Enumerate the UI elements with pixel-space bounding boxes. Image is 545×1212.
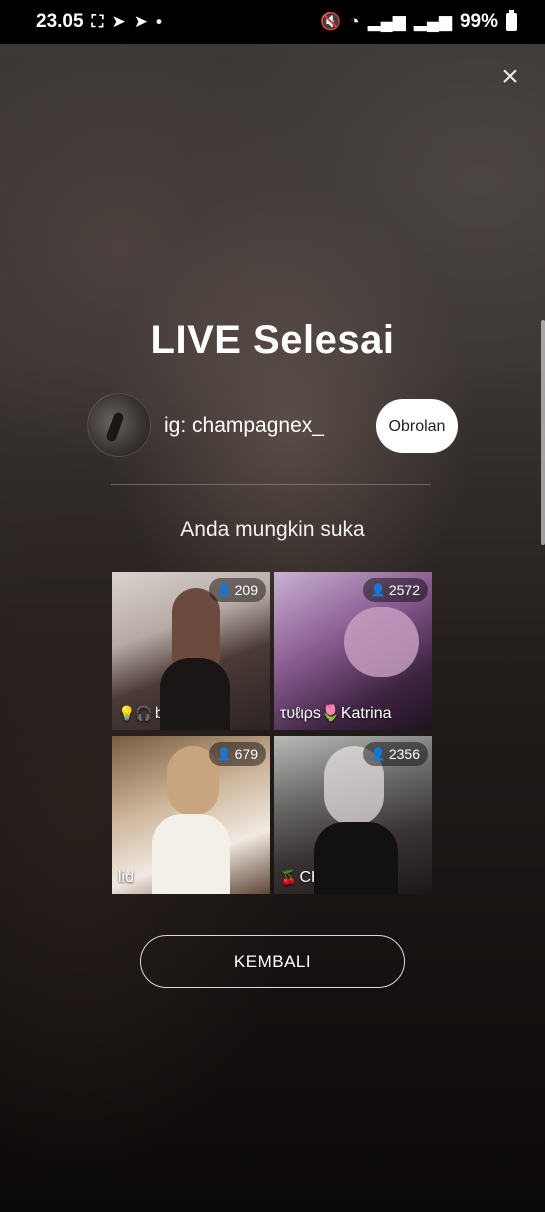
close-icon[interactable]: × — [495, 62, 525, 92]
streamer-name: 💡🎧 bbyJey — [118, 705, 206, 723]
page-title: LIVE Selesai — [150, 318, 395, 362]
live-card[interactable]: 👤 2572 τυℓιρѕ🌷Katrina — [274, 572, 432, 730]
wifi-icon: ◔ — [349, 12, 360, 31]
back-button[interactable]: KEMBALI — [140, 935, 405, 988]
viewer-count-badge: 👤 2356 — [362, 742, 428, 766]
host-avatar[interactable] — [87, 393, 151, 457]
viewer-count: 679 — [234, 746, 258, 762]
status-bar: 23.05 ⛶ ➤ ➤ • 🔇 ◔ ▂▄▆ ▂▄▆ 99% — [0, 0, 545, 44]
telegram-icon: ➤ — [111, 12, 126, 31]
screenshot-icon: ⛶ — [91, 12, 104, 31]
streamer-name: τυℓιρѕ🌷Katrina — [280, 703, 392, 723]
person-icon: 👤 — [370, 583, 386, 597]
divider — [111, 484, 431, 485]
streamer-name-text: CHERRY⚠️ — [299, 869, 387, 886]
streamer-name: lid — [118, 869, 134, 887]
streamer-name-text: τυℓιρѕ🌷Katrina — [280, 705, 392, 722]
host-name[interactable]: ig: champagnex_ — [164, 414, 324, 438]
suggestions-heading: Anda mungkin suka — [180, 518, 365, 541]
viewer-count-badge: 👤 679 — [208, 742, 266, 766]
person-icon: 👤 — [216, 747, 232, 761]
status-bar-right: 🔇 ◔ ▂▄▆ ▂▄▆ 99% — [320, 10, 517, 33]
suggestions-grid: 👤 209 💡🎧 bbyJey 👤 2572 τυℓιρѕ🌷Katrina 👤 6… — [112, 572, 434, 894]
battery-percent: 99% — [459, 11, 498, 32]
viewer-count: 2572 — [388, 582, 420, 598]
telegram-icon: ➤ — [133, 12, 148, 31]
signal-icon: ▂▄▆ — [367, 12, 406, 31]
viewer-count: 2356 — [388, 746, 420, 762]
person-icon: 👤 — [370, 747, 386, 761]
streamer-name: 🍒 CHERRY⚠️ — [280, 867, 387, 887]
name-prefix: 💡🎧 — [118, 705, 153, 721]
dot-icon: • — [155, 12, 162, 31]
person-icon: 👤 — [216, 583, 232, 597]
live-card[interactable]: 👤 2356 🍒 CHERRY⚠️ — [274, 736, 432, 894]
viewer-count: 209 — [234, 582, 258, 598]
viewer-count-badge: 👤 209 — [208, 578, 266, 602]
live-card[interactable]: 👤 209 💡🎧 bbyJey — [112, 572, 270, 730]
streamer-name-text: lid — [118, 869, 135, 886]
status-time: 23.05 — [36, 11, 84, 32]
chat-button[interactable]: Obrolan — [376, 399, 458, 453]
battery-icon — [506, 10, 517, 31]
live-card[interactable]: 👤 679 lid — [112, 736, 270, 894]
streamer-name-text: bbyJey — [154, 705, 206, 722]
mute-icon: 🔇 — [320, 12, 342, 31]
status-bar-left: 23.05 ⛶ ➤ ➤ • — [36, 11, 162, 33]
signal-icon: ▂▄▆ — [413, 12, 452, 31]
name-prefix: 🍒 — [280, 869, 298, 885]
viewer-count-badge: 👤 2572 — [362, 578, 428, 602]
